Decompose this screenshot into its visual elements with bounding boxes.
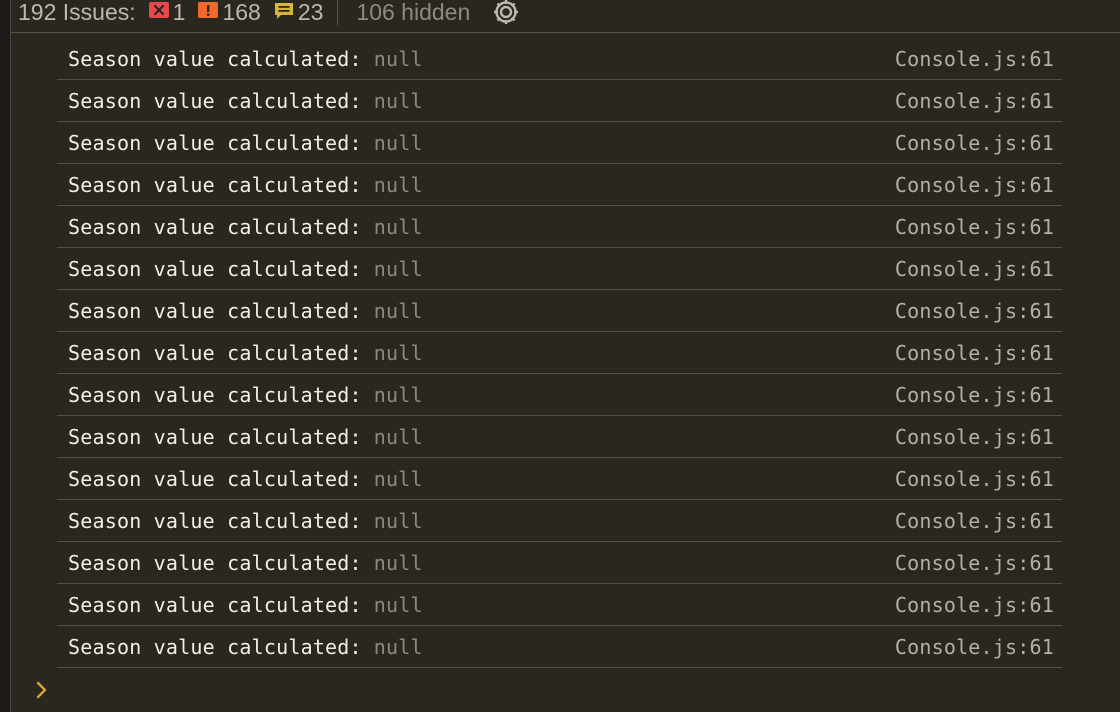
source-link[interactable]: Console.js:61: [895, 341, 1054, 365]
warning-badge[interactable]: 168: [197, 0, 261, 26]
console-message-value: null: [373, 592, 423, 617]
chevron-right-icon[interactable]: [35, 680, 49, 700]
source-link[interactable]: Console.js:61: [895, 425, 1054, 449]
console-message-row[interactable]: Season value calculated: null Console.js:6…: [57, 38, 1062, 80]
source-link[interactable]: Console.js:61: [895, 509, 1054, 533]
console-message-value: null: [373, 130, 423, 155]
toolbar-divider: [337, 0, 339, 25]
console-message-text: Season value calculated:: [68, 298, 362, 323]
console-message-value: null: [373, 466, 423, 491]
source-link[interactable]: Console.js:61: [895, 131, 1054, 155]
console-message-value: null: [373, 340, 423, 365]
warning-count: 168: [222, 0, 261, 25]
console-message-text: Season value calculated:: [68, 130, 362, 155]
console-message-text: Season value calculated:: [68, 424, 362, 449]
console-message-value: null: [373, 382, 423, 407]
console-message-value: null: [373, 88, 423, 113]
console-message-row[interactable]: Season value calculated: null Console.js:6…: [57, 206, 1062, 248]
source-link[interactable]: Console.js:61: [895, 215, 1054, 239]
console-message-value: null: [373, 298, 423, 323]
source-link[interactable]: Console.js:61: [895, 593, 1054, 617]
console-message-row[interactable]: Season value calculated: null Console.js:6…: [57, 626, 1062, 668]
console-message-text: Season value calculated:: [68, 382, 362, 407]
console-message-row[interactable]: Season value calculated: null Console.js:6…: [57, 374, 1062, 416]
info-badge[interactable]: 23: [273, 0, 324, 26]
console-message-value: null: [373, 508, 423, 533]
console-message-row[interactable]: Season value calculated: null Console.js:6…: [57, 584, 1062, 626]
source-link[interactable]: Console.js:61: [895, 89, 1054, 113]
source-link[interactable]: Console.js:61: [895, 551, 1054, 575]
console-message-text: Season value calculated:: [68, 88, 362, 113]
console-message-text: Season value calculated:: [68, 592, 362, 617]
error-icon: [148, 0, 173, 26]
error-count: 1: [172, 0, 186, 25]
console-message-text: Season value calculated:: [68, 214, 362, 239]
issues-count-label[interactable]: 192 Issues:: [18, 0, 136, 26]
console-message-row[interactable]: Season value calculated: null Console.js:6…: [57, 248, 1062, 290]
console-message-text: Season value calculated:: [68, 256, 362, 281]
console-message-text: Season value calculated:: [68, 508, 362, 533]
console-message-row[interactable]: Season value calculated: null Console.js:6…: [57, 458, 1062, 500]
info-count: 23: [297, 0, 324, 25]
warning-icon: [197, 0, 222, 26]
console-message-text: Season value calculated:: [68, 466, 362, 491]
console-message-text: Season value calculated:: [68, 634, 362, 659]
error-badge[interactable]: 1: [148, 0, 186, 26]
info-message-icon: [273, 0, 298, 26]
source-link[interactable]: Console.js:61: [895, 299, 1054, 323]
console-message-row[interactable]: Season value calculated: null Console.js:6…: [57, 542, 1062, 584]
console-message-row[interactable]: Season value calculated: null Console.js:6…: [57, 290, 1062, 332]
console-message-value: null: [373, 256, 423, 281]
gear-icon[interactable]: [490, 0, 522, 28]
console-message-value: null: [373, 172, 423, 197]
console-message-row[interactable]: Season value calculated: null Console.js:6…: [57, 80, 1062, 122]
console-message-row[interactable]: Season value calculated: null Console.js:6…: [57, 332, 1062, 374]
console-message-text: Season value calculated:: [68, 172, 362, 197]
source-link[interactable]: Console.js:61: [895, 467, 1054, 491]
console-message-text: Season value calculated:: [68, 550, 362, 575]
console-message-value: null: [373, 46, 423, 71]
console-message-value: null: [373, 424, 423, 449]
console-message-text: Season value calculated:: [68, 46, 362, 71]
console-message-text: Season value calculated:: [68, 340, 362, 365]
hidden-count[interactable]: 106 hidden: [356, 0, 470, 26]
source-link[interactable]: Console.js:61: [895, 383, 1054, 407]
left-rail: [0, 0, 11, 712]
source-link[interactable]: Console.js:61: [895, 257, 1054, 281]
issues-toolbar: 192 Issues: 1 168 23 106 hidden: [11, 0, 1120, 33]
console-message-row[interactable]: Season value calculated: null Console.js:6…: [57, 164, 1062, 206]
console-log: Season value calculated: null Console.js:6…: [57, 38, 1062, 668]
console-message-row[interactable]: Season value calculated: null Console.js:6…: [57, 416, 1062, 458]
console-message-value: null: [373, 550, 423, 575]
console-message-row[interactable]: Season value calculated: null Console.js:6…: [57, 122, 1062, 164]
console-message-value: null: [373, 634, 423, 659]
console-message-row[interactable]: Season value calculated: null Console.js:6…: [57, 500, 1062, 542]
source-link[interactable]: Console.js:61: [895, 173, 1054, 197]
console-message-value: null: [373, 214, 423, 239]
source-link[interactable]: Console.js:61: [895, 635, 1054, 659]
source-link[interactable]: Console.js:61: [895, 47, 1054, 71]
